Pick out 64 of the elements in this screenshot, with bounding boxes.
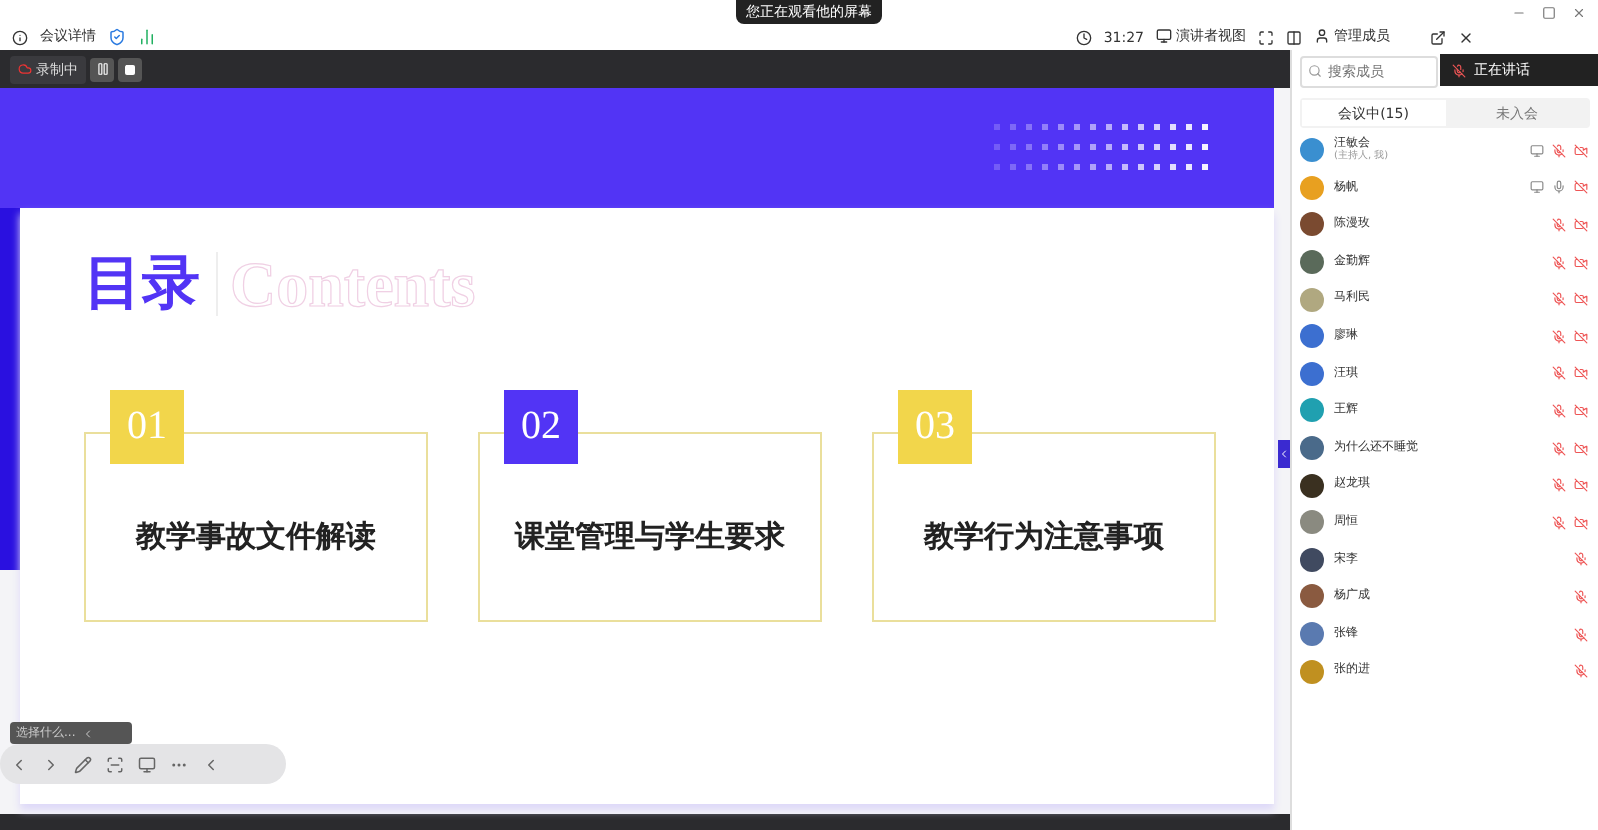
mic-icon[interactable] [1552, 180, 1566, 195]
camera-off-icon[interactable] [1574, 403, 1588, 418]
camera-off-icon[interactable] [1574, 515, 1588, 530]
person-icon [1314, 28, 1330, 44]
collapse-icon[interactable] [81, 727, 94, 739]
close-icon[interactable] [1458, 30, 1474, 46]
camera-off-icon[interactable] [1574, 366, 1588, 381]
screenshot-icon[interactable] [106, 755, 124, 773]
mic-muted-icon[interactable] [1552, 515, 1566, 530]
mic-muted-icon[interactable] [1574, 552, 1588, 567]
info-icon[interactable] [12, 30, 28, 46]
collapse-icon[interactable] [202, 755, 220, 773]
monitor-icon [1156, 28, 1172, 44]
fullscreen-icon[interactable] [1258, 30, 1274, 46]
mic-muted-icon[interactable] [1574, 589, 1588, 604]
maximize-icon[interactable] [1542, 6, 1556, 20]
agenda-text: 教学行为注意事项 [924, 518, 1164, 556]
agenda-number: 02 [504, 390, 578, 464]
mic-muted-icon[interactable] [1552, 292, 1566, 307]
camera-off-icon[interactable] [1574, 441, 1588, 456]
camera-off-icon[interactable] [1574, 143, 1588, 158]
mic-muted-icon [1452, 63, 1466, 77]
mic-muted-icon[interactable] [1552, 403, 1566, 418]
signal-icon [138, 28, 156, 46]
agenda-number: 01 [110, 390, 184, 464]
layout-icon[interactable] [1286, 30, 1302, 46]
agenda-text: 课堂管理与学生要求 [515, 518, 785, 556]
camera-off-icon[interactable] [1574, 292, 1588, 307]
panel-collapse-button[interactable] [1278, 440, 1290, 468]
stop-button[interactable] [118, 57, 142, 81]
cloud-icon [18, 62, 32, 76]
minimize-icon[interactable] [1512, 6, 1526, 20]
mic-muted-icon[interactable] [1574, 664, 1588, 679]
camera-off-icon[interactable] [1574, 255, 1588, 270]
mic-muted-icon[interactable] [1552, 217, 1566, 232]
screen-share-icon [1530, 143, 1544, 158]
slide-title: 目录 [84, 246, 200, 320]
shield-icon [108, 28, 126, 46]
next-icon[interactable] [42, 755, 60, 773]
mic-muted-icon[interactable] [1552, 329, 1566, 344]
mic-muted-icon[interactable] [1552, 366, 1566, 381]
mic-muted-icon[interactable] [1552, 255, 1566, 270]
camera-off-icon[interactable] [1574, 329, 1588, 344]
chevron-icon [1278, 448, 1290, 460]
camera-off-icon[interactable] [1574, 478, 1588, 493]
screen-icon[interactable] [138, 755, 156, 773]
mic-muted-icon[interactable] [1552, 143, 1566, 158]
mic-muted-icon[interactable] [1552, 478, 1566, 493]
pause-icon [95, 62, 109, 76]
search-icon [1308, 64, 1322, 78]
agenda-text: 教学事故文件解读 [136, 518, 376, 556]
pen-icon[interactable] [74, 755, 92, 773]
agenda-number: 03 [898, 390, 972, 464]
camera-off-icon[interactable] [1574, 217, 1588, 232]
screen-share-icon [1530, 180, 1544, 195]
mic-muted-icon[interactable] [1574, 627, 1588, 642]
stop-icon [124, 63, 136, 75]
close-window-icon[interactable] [1572, 6, 1586, 20]
camera-off-icon[interactable] [1574, 180, 1588, 195]
pause-button[interactable] [90, 57, 114, 81]
clock-icon [1075, 30, 1092, 46]
previous-icon[interactable] [10, 755, 28, 773]
mic-muted-icon[interactable] [1552, 441, 1566, 456]
popout-icon[interactable] [1430, 30, 1446, 46]
